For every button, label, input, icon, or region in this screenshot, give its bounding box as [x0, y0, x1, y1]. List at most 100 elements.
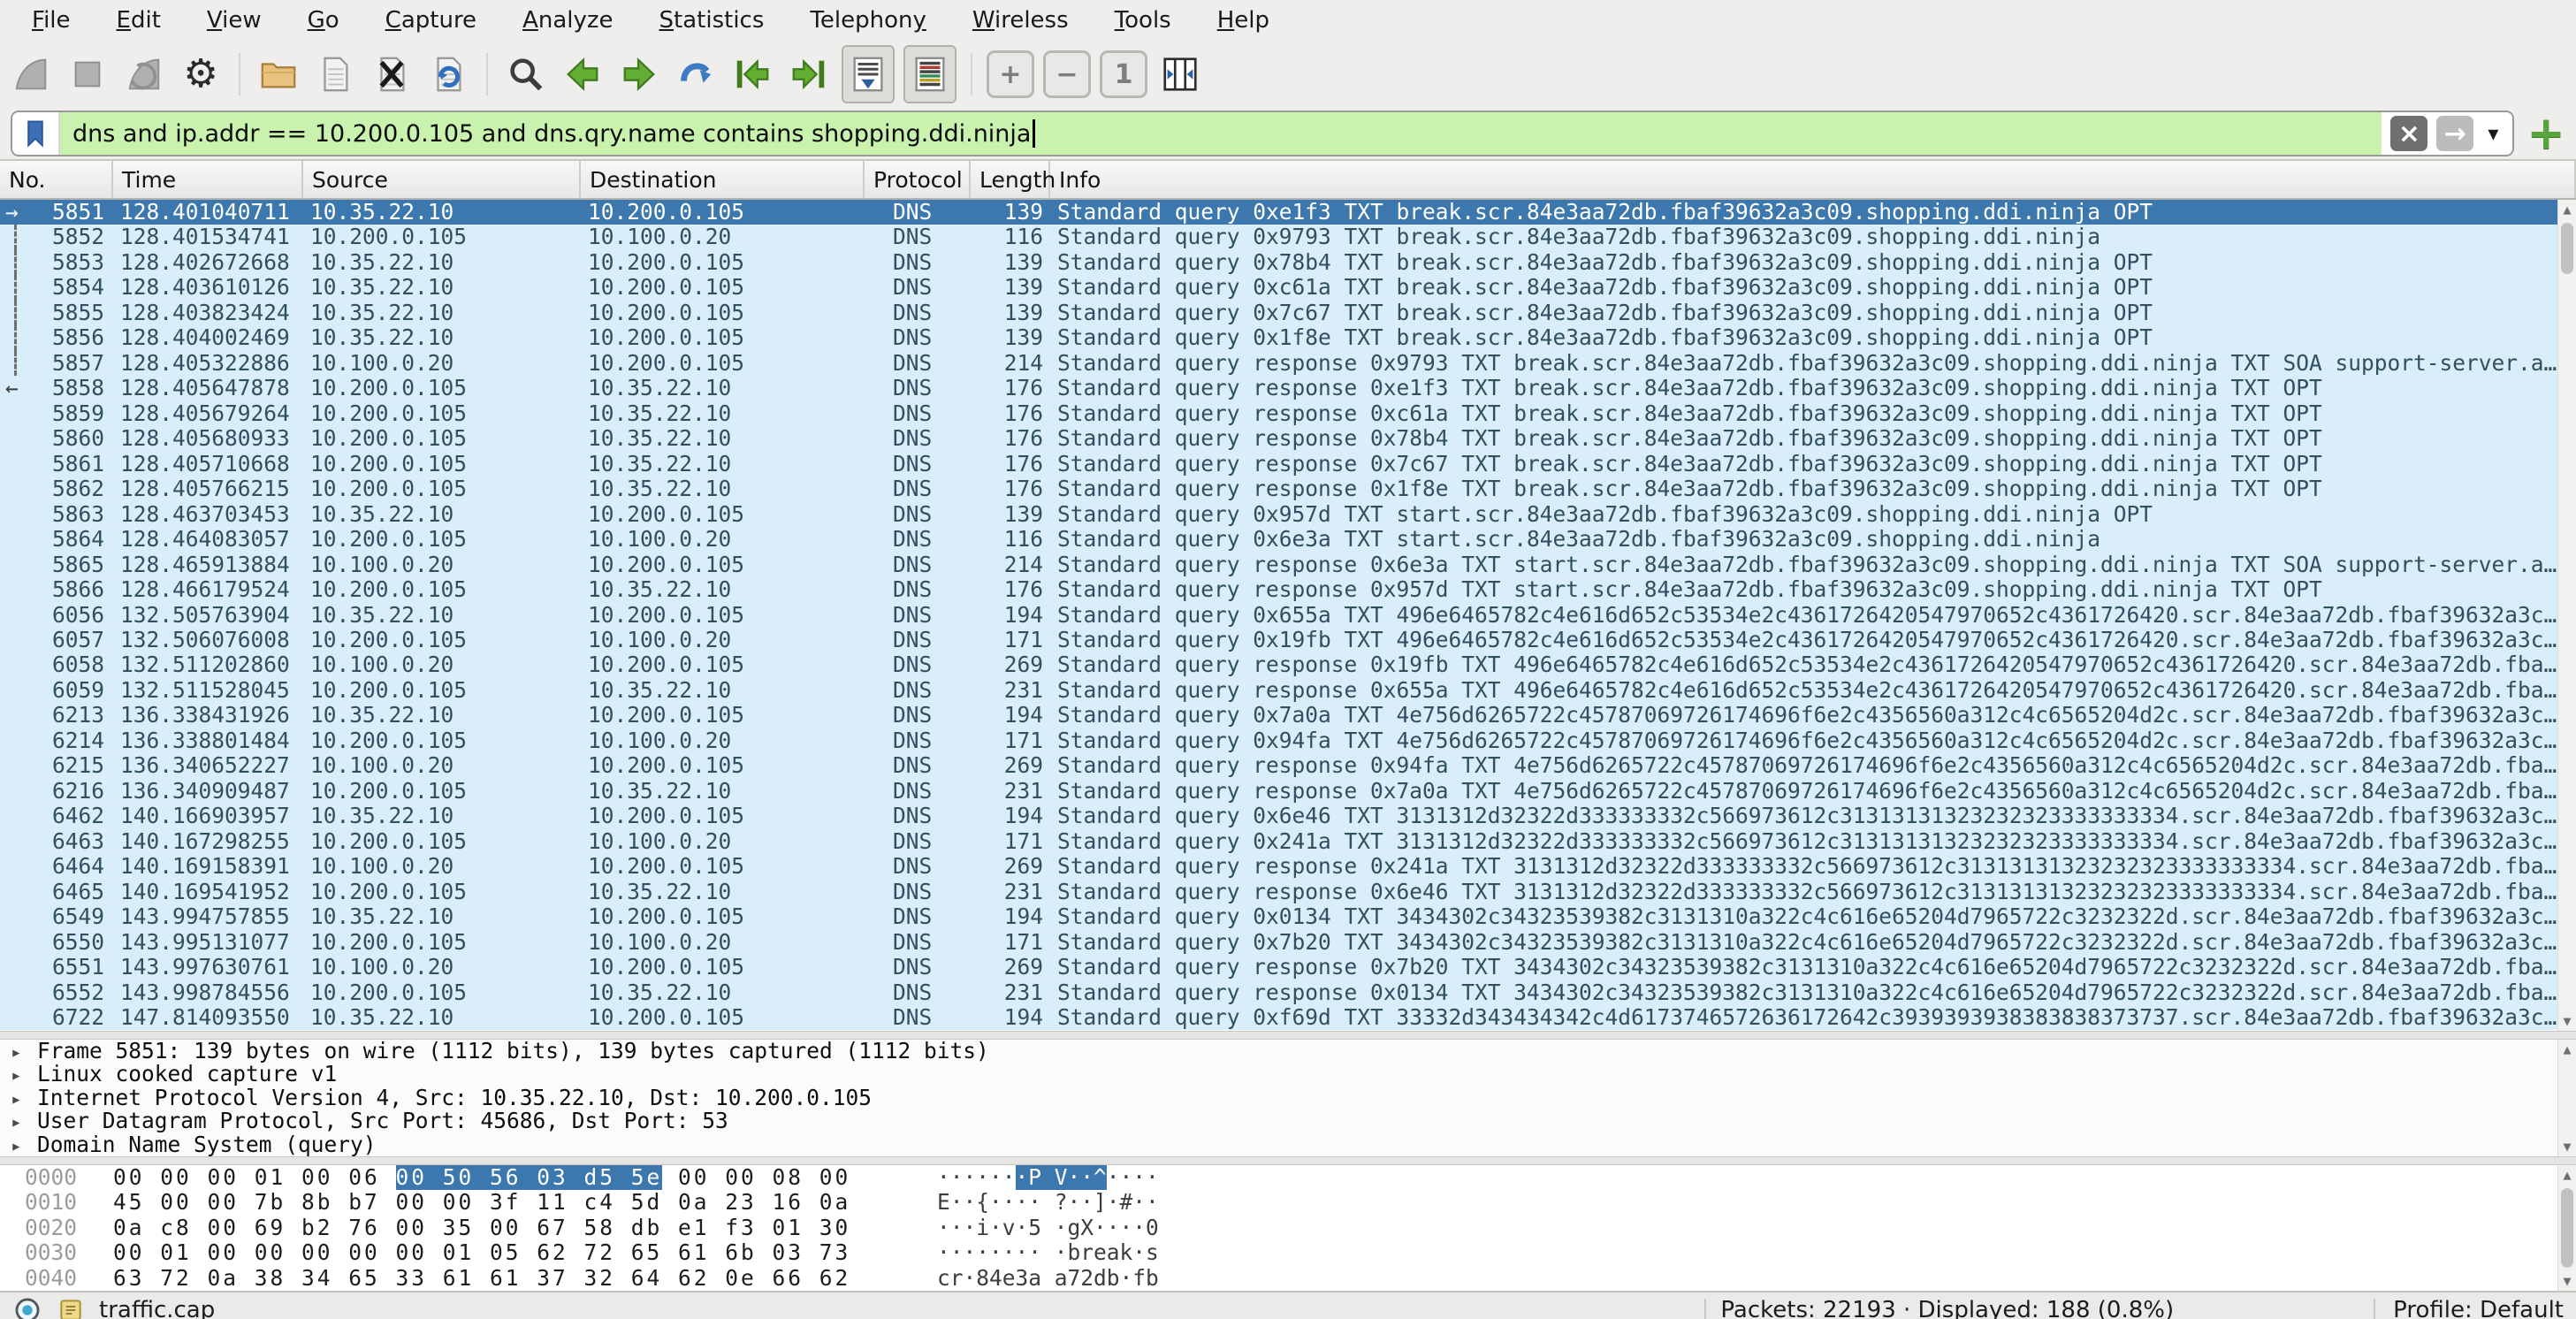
capture-comment-icon[interactable] [57, 1296, 85, 1319]
menu-wireless[interactable]: Wireless [949, 0, 1092, 41]
scrollbar-thumb[interactable] [2561, 1188, 2573, 1268]
filter-apply-button[interactable]: → [2436, 116, 2473, 151]
detail-row[interactable]: ▸Linux cooked capture v1 [0, 1063, 2576, 1086]
scroll-up-icon[interactable]: ▲ [2558, 1040, 2576, 1059]
packet-row-5856[interactable]: 5856128.40400246910.35.22.1010.200.0.105… [0, 325, 2576, 350]
capture-stop-button[interactable] [64, 49, 111, 100]
packet-row-6550[interactable]: 6550143.99513107710.200.0.10510.100.0.20… [0, 930, 2576, 955]
scroll-up-icon[interactable]: ▲ [2558, 200, 2576, 219]
packet-row-5855[interactable]: 5855128.40382342410.35.22.1010.200.0.105… [0, 301, 2576, 325]
filter-clear-button[interactable]: × [2390, 116, 2427, 151]
filter-bookmark-icon[interactable] [12, 112, 60, 155]
capture-options-button[interactable]: ⚙ [177, 49, 225, 100]
go-forward-button[interactable] [615, 49, 663, 100]
go-to-packet-button[interactable] [672, 49, 720, 100]
zoom-in-button[interactable]: + [987, 49, 1034, 100]
scroll-down-icon[interactable]: ▼ [2558, 1137, 2576, 1156]
details-scrollbar[interactable]: ▲ ▼ [2557, 1040, 2576, 1156]
scroll-down-icon[interactable]: ▼ [2558, 1271, 2576, 1291]
hex-ascii[interactable]: ···i·v·5 ·gX····0 [937, 1216, 1159, 1240]
packet-row-5857[interactable]: 5857128.40532288610.100.0.2010.200.0.105… [0, 351, 2576, 376]
packet-row-5865[interactable]: 5865128.46591388410.100.0.2010.200.0.105… [0, 553, 2576, 577]
scrollbar-thumb[interactable] [2561, 223, 2573, 274]
packet-row-5852[interactable]: 5852128.40153474110.200.0.10510.100.0.20… [0, 225, 2576, 249]
filter-add-button[interactable]: + [2526, 111, 2565, 156]
packet-row-5858[interactable]: 5858←128.40564787810.200.0.10510.35.22.1… [0, 376, 2576, 400]
expander-icon[interactable]: ▸ [11, 1041, 37, 1064]
file-reload-button[interactable] [424, 49, 472, 100]
bytes-scrollbar[interactable]: ▲ ▼ [2557, 1165, 2576, 1291]
menu-statistics[interactable]: Statistics [636, 0, 788, 41]
hex-bytes[interactable]: 63 72 0a 38 34 65 33 61 61 37 32 64 62 0… [113, 1266, 850, 1291]
detail-row[interactable]: ▸User Datagram Protocol, Src Port: 45686… [0, 1109, 2576, 1132]
pane-splitter[interactable] [0, 1156, 2576, 1165]
hex-bytes[interactable]: 00 00 00 01 00 06 00 50 56 03 d5 5e 00 0… [113, 1165, 850, 1190]
hex-bytes[interactable]: 45 00 00 7b 8b b7 00 00 3f 11 c4 5d 0a 2… [113, 1190, 850, 1215]
resize-columns-button[interactable] [1156, 49, 1204, 100]
packet-row-6722[interactable]: 6722147.81409355010.35.22.1010.200.0.105… [0, 1005, 2576, 1030]
hex-row[interactable]: 000000 00 00 01 00 06 00 50 56 03 d5 5e … [0, 1165, 2576, 1190]
file-open-button[interactable] [255, 49, 302, 100]
column-header-source[interactable]: Source [303, 161, 581, 198]
packet-row-5851[interactable]: 5851→128.40104071110.35.22.1010.200.0.10… [0, 200, 2576, 225]
menu-tools[interactable]: Tools [1092, 0, 1194, 41]
hex-ascii[interactable]: ·······P V··^···· [937, 1165, 1159, 1190]
go-last-button[interactable] [785, 49, 833, 100]
packet-row-5853[interactable]: 5853128.40267266810.35.22.1010.200.0.105… [0, 250, 2576, 275]
hex-row[interactable]: 004063 72 0a 38 34 65 33 61 61 37 32 64 … [0, 1266, 2576, 1291]
packet-list-scrollbar[interactable]: ▲ ▼ [2557, 200, 2576, 1031]
menu-file[interactable]: File [9, 0, 94, 41]
scroll-down-icon[interactable]: ▼ [2558, 1011, 2576, 1031]
packet-row-5864[interactable]: 5864128.46408305710.200.0.10510.100.0.20… [0, 527, 2576, 552]
column-header-no[interactable]: No. [0, 161, 113, 198]
hex-bytes[interactable]: 0a c8 00 69 b2 76 00 35 00 67 58 db e1 f… [113, 1216, 850, 1240]
menu-capture[interactable]: Capture [362, 0, 499, 41]
hex-ascii[interactable]: E··{···· ?··]·#·· [937, 1190, 1159, 1215]
capture-start-button[interactable] [7, 49, 55, 100]
detail-row[interactable]: ▸Frame 5851: 139 bytes on wire (1112 bit… [0, 1040, 2576, 1063]
packet-row-6213[interactable]: 6213136.33843192610.35.22.1010.200.0.105… [0, 703, 2576, 728]
scroll-up-icon[interactable]: ▲ [2558, 1165, 2576, 1185]
capture-restart-button[interactable] [120, 49, 168, 100]
column-header-protocol[interactable]: Protocol [865, 161, 971, 198]
column-header-time[interactable]: Time [113, 161, 303, 198]
menu-help[interactable]: Help [1194, 0, 1292, 41]
colorize-button[interactable] [903, 45, 956, 103]
hex-row[interactable]: 003000 01 00 00 00 00 00 01 05 62 72 65 … [0, 1240, 2576, 1265]
packet-row-6215[interactable]: 6215136.34065222710.100.0.2010.200.0.105… [0, 753, 2576, 778]
packet-row-6551[interactable]: 6551143.99763076110.100.0.2010.200.0.105… [0, 955, 2576, 980]
expander-icon[interactable]: ▸ [11, 1064, 37, 1086]
menu-analyze[interactable]: Analyze [499, 0, 636, 41]
expander-icon[interactable]: ▸ [11, 1087, 37, 1110]
packet-row-6462[interactable]: 6462140.16690395710.35.22.1010.200.0.105… [0, 804, 2576, 828]
menu-view[interactable]: View [184, 0, 285, 41]
hex-ascii[interactable]: cr·84e3a a72db·fb [937, 1266, 1159, 1291]
hex-bytes[interactable]: 00 01 00 00 00 00 00 01 05 62 72 65 61 6… [113, 1240, 850, 1265]
go-back-button[interactable] [559, 49, 606, 100]
expander-icon[interactable]: ▸ [11, 1134, 37, 1156]
filter-dropdown-caret-icon[interactable]: ▾ [2488, 121, 2498, 146]
detail-row[interactable]: ▸Internet Protocol Version 4, Src: 10.35… [0, 1086, 2576, 1109]
packet-row-5861[interactable]: 5861128.40571066810.200.0.10510.35.22.10… [0, 452, 2576, 477]
packet-row-6464[interactable]: 6464140.16915839110.100.0.2010.200.0.105… [0, 854, 2576, 879]
display-filter-input[interactable]: dns and ip.addr == 10.200.0.105 and dns.… [11, 111, 2514, 156]
packet-row-6552[interactable]: 6552143.99878455610.200.0.10510.35.22.10… [0, 980, 2576, 1005]
packet-row-5854[interactable]: 5854128.40361012610.35.22.1010.200.0.105… [0, 275, 2576, 300]
packet-row-5859[interactable]: 5859128.40567926410.200.0.10510.35.22.10… [0, 401, 2576, 426]
menu-go[interactable]: Go [285, 0, 362, 41]
column-header-length[interactable]: Length [971, 161, 1050, 198]
column-header-info[interactable]: Info [1050, 161, 2576, 198]
profile-selector[interactable]: Profile: Default [2393, 1297, 2564, 1319]
packet-row-6058[interactable]: 6058132.51120286010.100.0.2010.200.0.105… [0, 652, 2576, 677]
packet-row-6059[interactable]: 6059132.51152804510.200.0.10510.35.22.10… [0, 678, 2576, 703]
packet-row-5862[interactable]: 5862128.40576621510.200.0.10510.35.22.10… [0, 477, 2576, 501]
packet-row-6216[interactable]: 6216136.34090948710.200.0.10510.35.22.10… [0, 779, 2576, 804]
packet-row-6465[interactable]: 6465140.16954195210.200.0.10510.35.22.10… [0, 880, 2576, 904]
filter-text-area[interactable]: dns and ip.addr == 10.200.0.105 and dns.… [60, 112, 2382, 155]
packet-row-6056[interactable]: 6056132.50576390410.35.22.1010.200.0.105… [0, 603, 2576, 628]
packet-row-6214[interactable]: 6214136.33880148410.200.0.10510.100.0.20… [0, 728, 2576, 753]
expander-icon[interactable]: ▸ [11, 1110, 37, 1133]
find-packet-button[interactable] [502, 49, 550, 100]
packet-row-5866[interactable]: 5866128.46617952410.200.0.10510.35.22.10… [0, 577, 2576, 602]
auto-scroll-button[interactable] [842, 45, 895, 103]
